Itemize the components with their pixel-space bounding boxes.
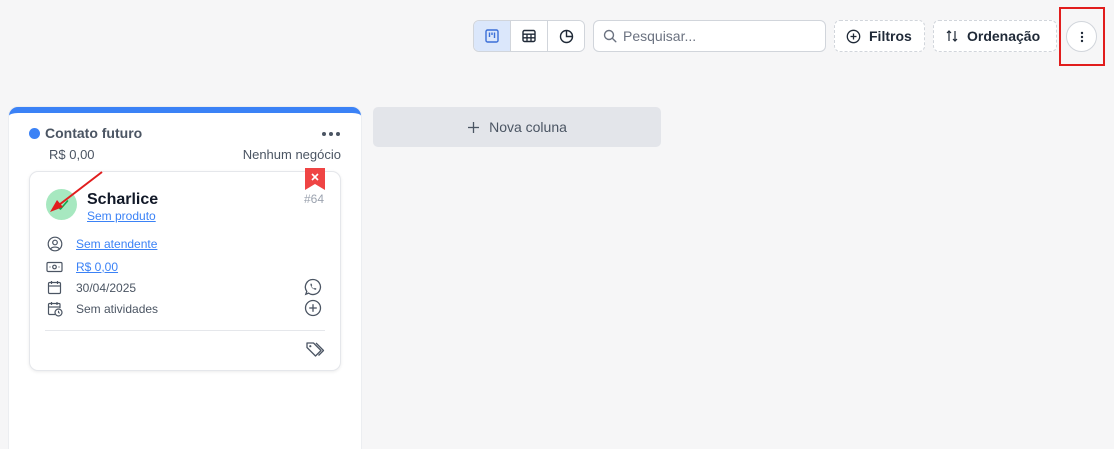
attendant-link[interactable]: Sem atendente — [76, 237, 157, 251]
more-horizontal-icon — [322, 132, 326, 136]
date-row: 30/04/2025 — [46, 279, 136, 296]
new-column-button[interactable]: Nova coluna — [373, 107, 661, 147]
kanban-icon — [485, 29, 499, 43]
chart-view-button[interactable] — [548, 21, 584, 51]
status-check[interactable] — [46, 189, 77, 220]
deal-card[interactable]: Scharlice Sem produto #64 Sem atendente … — [29, 168, 341, 371]
column-deal-count: Nenhum negócio — [242, 147, 341, 162]
deal-name: Scharlice — [87, 191, 159, 208]
new-column-label: Nova coluna — [489, 119, 567, 135]
plus-circle-icon — [846, 29, 861, 43]
view-toggle — [473, 20, 585, 52]
search-icon — [603, 29, 617, 43]
kanban-view-button[interactable] — [474, 21, 511, 51]
deal-date: 30/04/2025 — [76, 280, 137, 295]
calendar-icon — [46, 279, 63, 296]
column-color-dot — [29, 127, 40, 139]
add-activity-icon[interactable] — [303, 298, 323, 318]
column-total-value: R$ 0,00 — [49, 147, 95, 162]
filters-label: Filtros — [869, 28, 912, 44]
user-circle-icon — [46, 235, 63, 252]
sort-button[interactable]: Ordenação — [933, 20, 1057, 52]
amount-row: R$ 0,00 — [46, 258, 118, 275]
deal-product-link[interactable]: Sem produto — [87, 209, 156, 223]
table-icon — [522, 29, 536, 43]
column-menu-button[interactable] — [322, 132, 340, 136]
more-vertical-icon — [1080, 31, 1083, 42]
column-title: Contato futuro — [45, 125, 143, 141]
sort-label: Ordenação — [967, 28, 1041, 44]
more-options-button[interactable] — [1066, 21, 1097, 52]
pie-chart-icon — [559, 29, 573, 43]
bookmark-remove-icon[interactable] — [305, 168, 325, 190]
amount-link[interactable]: R$ 0,00 — [76, 260, 118, 274]
money-icon — [46, 258, 63, 275]
calendar-clock-icon — [46, 300, 63, 317]
plus-icon — [468, 121, 480, 133]
sort-arrows-icon — [946, 30, 958, 42]
attendant-row: Sem atendente — [46, 235, 157, 252]
column-header: Contato futuro — [29, 125, 142, 141]
tags-icon[interactable] — [305, 340, 325, 360]
search-box[interactable] — [593, 20, 826, 52]
filters-button[interactable]: Filtros — [834, 20, 925, 52]
activities-text: Sem atividades — [76, 301, 159, 316]
deal-number: #64 — [303, 192, 324, 206]
card-divider — [45, 330, 325, 331]
kanban-column: Contato futuro R$ 0,00 Nenhum negócio Sc… — [9, 107, 361, 449]
whatsapp-icon[interactable] — [303, 277, 323, 297]
check-icon — [55, 199, 68, 210]
table-view-button[interactable] — [511, 21, 548, 51]
activities-row: Sem atividades — [46, 300, 158, 317]
search-input[interactable] — [623, 28, 813, 44]
